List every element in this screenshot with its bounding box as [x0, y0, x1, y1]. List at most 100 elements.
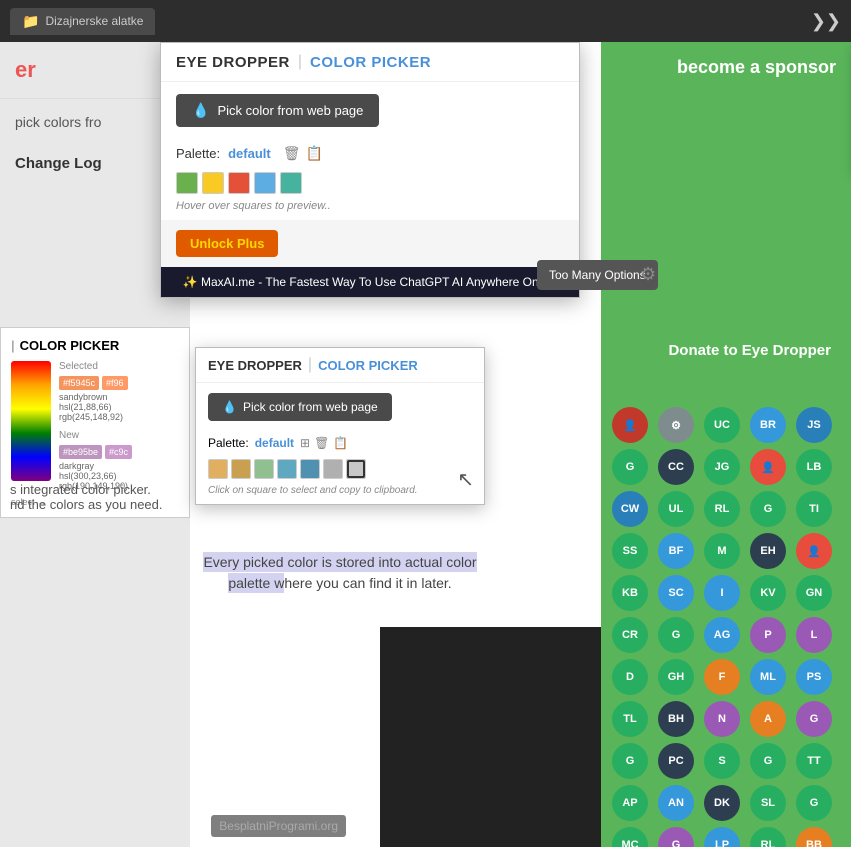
avatar-18[interactable]: EH [750, 533, 786, 569]
avatar-11[interactable]: UL [658, 491, 694, 527]
ep2-pick-color-button[interactable]: 💧 Pick color from web page [208, 393, 392, 421]
ep2-swatch-4[interactable] [277, 459, 297, 479]
swatch-4[interactable] [254, 172, 276, 194]
ep2-swatch-6[interactable] [323, 459, 343, 479]
ext-header: EYE DROPPER | COLOR PICKER [161, 43, 579, 82]
gear-settings-button[interactable]: ⚙ [640, 264, 656, 285]
avatar-33[interactable]: ML [750, 659, 786, 695]
avatar-42[interactable]: S [704, 743, 740, 779]
ep2-click-text: Click on square to select and copy to cl… [196, 483, 484, 504]
avatar-4[interactable]: JS [796, 407, 832, 443]
avatar-3[interactable]: BR [750, 407, 786, 443]
hex4-badge: #c9c [105, 445, 132, 459]
browser-tab[interactable]: 📁 Dizajnerske alatke [10, 8, 155, 35]
avatar-1[interactable]: ⚙ [658, 407, 694, 443]
ep2-palette-name: default [255, 436, 294, 450]
avatar-48[interactable]: SL [750, 785, 786, 821]
avatar-7[interactable]: JG [704, 449, 740, 485]
copy-palette-btn[interactable]: 📋 [306, 145, 323, 162]
ep2-swatch-3[interactable] [254, 459, 274, 479]
avatar-41[interactable]: PC [658, 743, 694, 779]
avatar-46[interactable]: AN [658, 785, 694, 821]
avatar-14[interactable]: TI [796, 491, 832, 527]
avatar-6[interactable]: CC [658, 449, 694, 485]
avatar-27[interactable]: AG [704, 617, 740, 653]
avatar-0[interactable]: 👤 [612, 407, 648, 443]
avatar-13[interactable]: G [750, 491, 786, 527]
avatar-28[interactable]: P [750, 617, 786, 653]
avatar-43[interactable]: G [750, 743, 786, 779]
avatar-31[interactable]: GH [658, 659, 694, 695]
swatch-3[interactable] [228, 172, 250, 194]
ep2-palette-row: Palette: default ⊞ 🗑 📋 [196, 431, 484, 455]
folder-icon: 📁 [22, 13, 39, 30]
avatar-21[interactable]: SC [658, 575, 694, 611]
tab-label: Dizajnerske alatke [45, 14, 143, 28]
ep2-delete-btn[interactable]: 🗑 [314, 436, 329, 450]
swatch-2[interactable] [202, 172, 224, 194]
avatar-39[interactable]: G [796, 701, 832, 737]
avatar-32[interactable]: F [704, 659, 740, 695]
avatar-35[interactable]: TL [612, 701, 648, 737]
hex3-badge: #be95be [59, 445, 102, 459]
avatar-17[interactable]: M [704, 533, 740, 569]
ep2-title-cp: COLOR PICKER [318, 358, 418, 373]
avatar-54[interactable]: BB [796, 827, 832, 847]
sponsor-text: become a sponsor [601, 42, 851, 93]
avatar-51[interactable]: G [658, 827, 694, 847]
avatar-16[interactable]: BF [658, 533, 694, 569]
avatar-5[interactable]: G [612, 449, 648, 485]
ep2-header: EYE DROPPER | COLOR PICKER [196, 348, 484, 383]
browser-more-btn[interactable]: ❯❯ [811, 11, 841, 32]
avatar-25[interactable]: CR [612, 617, 648, 653]
avatar-52[interactable]: LP [704, 827, 740, 847]
avatar-2[interactable]: UC [704, 407, 740, 443]
ep2-swatch-1[interactable] [208, 459, 228, 479]
avatar-20[interactable]: KB [612, 575, 648, 611]
ep2-swatch-5[interactable] [300, 459, 320, 479]
avatar-12[interactable]: RL [704, 491, 740, 527]
avatar-34[interactable]: PS [796, 659, 832, 695]
avatar-22[interactable]: I [704, 575, 740, 611]
avatar-26[interactable]: G [658, 617, 694, 653]
swatch-1[interactable] [176, 172, 198, 194]
avatar-24[interactable]: GN [796, 575, 832, 611]
ep2-grid-btn[interactable]: ⊞ [300, 436, 310, 450]
donate-box[interactable]: Donate to Eye Dropper [648, 327, 851, 374]
description-text: s integrated color picker. nd the colors… [10, 482, 190, 512]
avatar-15[interactable]: SS [612, 533, 648, 569]
ep2-swatch-2[interactable] [231, 459, 251, 479]
avatar-30[interactable]: D [612, 659, 648, 695]
avatar-38[interactable]: A [750, 701, 786, 737]
avatar-9[interactable]: LB [796, 449, 832, 485]
avatar-19[interactable]: 👤 [796, 533, 832, 569]
avatar-47[interactable]: DK [704, 785, 740, 821]
avatar-49[interactable]: G [796, 785, 832, 821]
avatar-50[interactable]: MC [612, 827, 648, 847]
avatar-53[interactable]: RL [750, 827, 786, 847]
avatar-23[interactable]: KV [750, 575, 786, 611]
delete-palette-btn[interactable]: 🗑 [283, 145, 301, 162]
maxai-text: MaxAI.me - The Fastest Way To Use ChatGP… [201, 275, 557, 289]
pick-color-button[interactable]: 💧 Pick color from web page [176, 94, 379, 127]
maxai-bar[interactable]: ✨ MaxAI.me - The Fastest Way To Use Chat… [161, 267, 579, 297]
avatar-36[interactable]: BH [658, 701, 694, 737]
avatar-8[interactable]: 👤 [750, 449, 786, 485]
avatar-10[interactable]: CW [612, 491, 648, 527]
avatar-29[interactable]: L [796, 617, 832, 653]
avatar-grid: 👤 ⚙ UC BR JS G CC JG 👤 LB CW UL RL G TI SS BF M EH 👤 KB SC I KV… [602, 397, 846, 847]
palette-name: default [228, 146, 271, 161]
avatar-44[interactable]: TT [796, 743, 832, 779]
swatch-5[interactable] [280, 172, 302, 194]
unlock-section: Unlock Plus [161, 220, 579, 267]
ep2-title-eye: EYE DROPPER [208, 358, 302, 373]
avatar-37[interactable]: N [704, 701, 740, 737]
ep2-pick-btn-label: Pick color from web page [243, 400, 378, 414]
avatar-45[interactable]: AP [612, 785, 648, 821]
avatar-40[interactable]: G [612, 743, 648, 779]
pick-btn-label: Pick color from web page [217, 103, 363, 118]
ep2-swatch-7[interactable] [346, 459, 366, 479]
color-name-sandybrown: sandybrown [59, 392, 179, 402]
unlock-plus-button[interactable]: Unlock Plus [176, 230, 278, 257]
ep2-copy-btn[interactable]: 📋 [333, 436, 348, 450]
